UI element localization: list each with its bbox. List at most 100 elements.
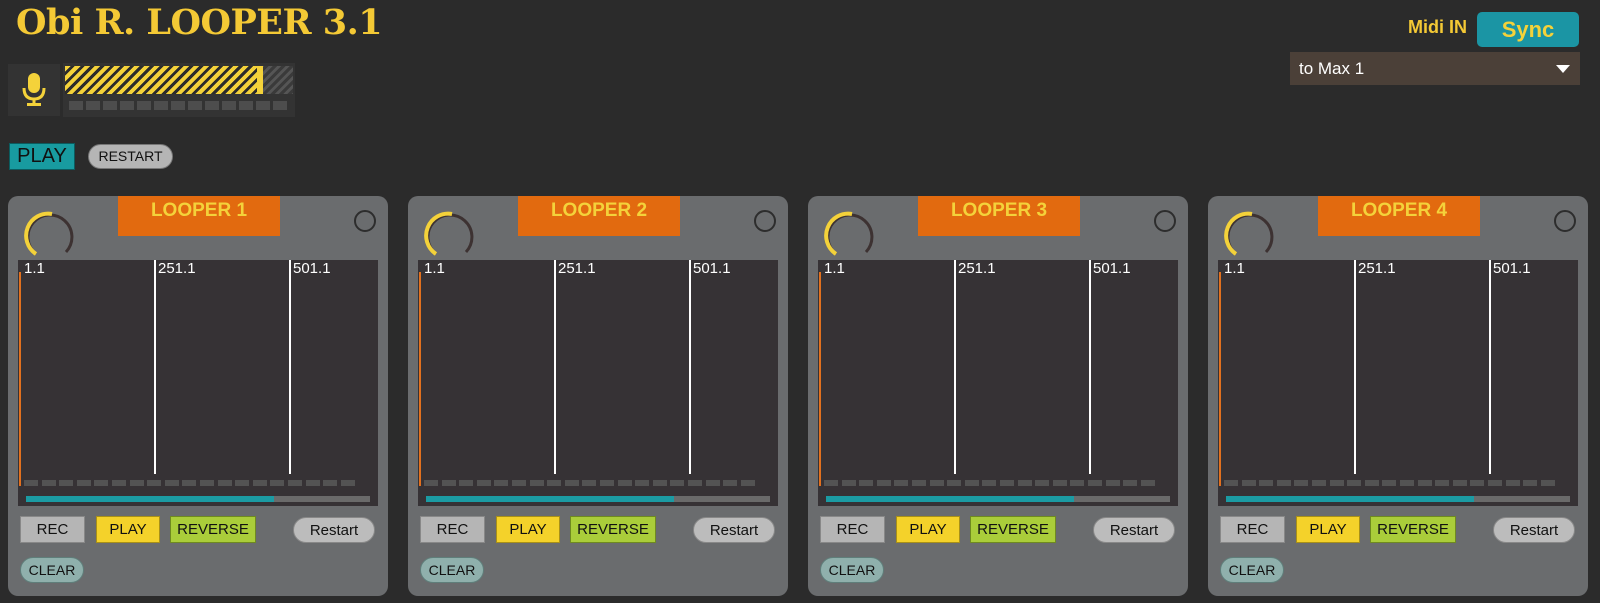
waveform-led [982,480,997,486]
waveform-led [947,480,962,486]
bar-marker [154,260,156,474]
transport-restart-button[interactable]: RESTART [88,144,173,169]
play-button[interactable]: PLAY [896,516,960,543]
waveform-led [911,480,926,486]
waveform-led [1487,480,1502,486]
reverse-button[interactable]: REVERSE [970,516,1056,543]
waveform-leds [824,480,1155,486]
waveform-led [1123,480,1138,486]
waveform-display[interactable]: 1.1 251.1 501.1 [418,260,778,506]
reverse-button[interactable]: REVERSE [170,516,256,543]
app-title: Obi R. LOOPER 3.1 [16,2,383,43]
waveform-led [287,480,302,486]
play-button[interactable]: PLAY [1296,516,1360,543]
clear-button[interactable]: CLEAR [420,557,484,583]
input-monitor-button[interactable] [8,64,60,116]
looper-panel: LOOPER 1 1.1 251.1 501.1 REC PLAY REVERS… [8,196,388,596]
dropdown-arrow-icon [1556,65,1570,73]
meter-led [120,101,134,110]
midi-port-select[interactable]: to Max 1 [1290,52,1580,85]
volume-knob[interactable] [1222,208,1276,262]
waveform-led [476,480,491,486]
playhead [19,272,21,486]
waveform-led [199,480,214,486]
clear-button[interactable]: CLEAR [20,557,84,583]
rec-button[interactable]: REC [820,516,885,543]
waveform-led [1241,480,1256,486]
meter-bar [65,66,293,94]
restart-button[interactable]: Restart [1493,517,1575,543]
rec-button[interactable]: REC [20,516,85,543]
volume-knob[interactable] [422,208,476,262]
rec-button[interactable]: REC [1220,516,1285,543]
waveform-led [740,480,755,486]
meter-led [137,101,151,110]
waveform-leds [424,480,755,486]
loop-progress-bar [26,496,370,502]
waveform-leds [24,480,355,486]
play-button[interactable]: PLAY [96,516,160,543]
volume-knob[interactable] [822,208,876,262]
waveform-led [129,480,144,486]
bar-marker [289,260,291,474]
waveform-led [859,480,874,486]
waveform-led [76,480,91,486]
waveform-display[interactable]: 1.1 251.1 501.1 [18,260,378,506]
waveform-led [111,480,126,486]
waveform-led [1224,480,1238,486]
playhead [419,272,421,486]
status-indicator [1554,210,1576,232]
restart-button[interactable]: Restart [1093,517,1175,543]
waveform-led [670,480,685,486]
waveform-led [1329,480,1344,486]
loop-progress-fill [1226,496,1474,502]
waveform-display[interactable]: 1.1 251.1 501.1 [1218,260,1578,506]
waveform-led [894,480,909,486]
waveform-leds [1224,480,1555,486]
bar-marker-label: 251.1 [958,260,996,277]
microphone-icon [22,73,46,106]
meter-led [205,101,219,110]
restart-button[interactable]: Restart [693,517,775,543]
waveform-led [305,480,320,486]
waveform-led [547,480,562,486]
bar-marker-label: 1.1 [424,260,445,277]
waveform-led [876,480,891,486]
waveform-led [999,480,1014,486]
meter-led [222,101,236,110]
loop-progress-bar [426,496,770,502]
reverse-button[interactable]: REVERSE [570,516,656,543]
waveform-led [41,480,56,486]
waveform-led [1417,480,1432,486]
transport-play-button[interactable]: PLAY [9,143,75,170]
clear-button[interactable]: CLEAR [1220,557,1284,583]
waveform-led [564,480,579,486]
waveform-led [1259,480,1274,486]
waveform-display[interactable]: 1.1 251.1 501.1 [818,260,1178,506]
playhead [1219,272,1221,486]
waveform-led [1382,480,1397,486]
sync-button[interactable]: Sync [1477,12,1579,47]
waveform-led [1347,480,1362,486]
waveform-led [582,480,597,486]
meter-led [69,101,83,110]
waveform-led [1294,480,1309,486]
waveform-led [824,480,838,486]
loop-progress-fill [26,496,274,502]
waveform-led [323,480,338,486]
rec-button[interactable]: REC [420,516,485,543]
bar-marker-label: 251.1 [158,260,196,277]
clear-button[interactable]: CLEAR [820,557,884,583]
meter-peak [257,66,264,94]
meter-led [273,101,287,110]
volume-knob[interactable] [22,208,76,262]
bar-marker [689,260,691,474]
reverse-button[interactable]: REVERSE [1370,516,1456,543]
waveform-led [459,480,474,486]
waveform-led [1087,480,1102,486]
restart-button[interactable]: Restart [293,517,375,543]
meter-led [154,101,168,110]
play-button[interactable]: PLAY [496,516,560,543]
looper-title: LOOPER 2 [518,196,680,236]
waveform-led [252,480,267,486]
